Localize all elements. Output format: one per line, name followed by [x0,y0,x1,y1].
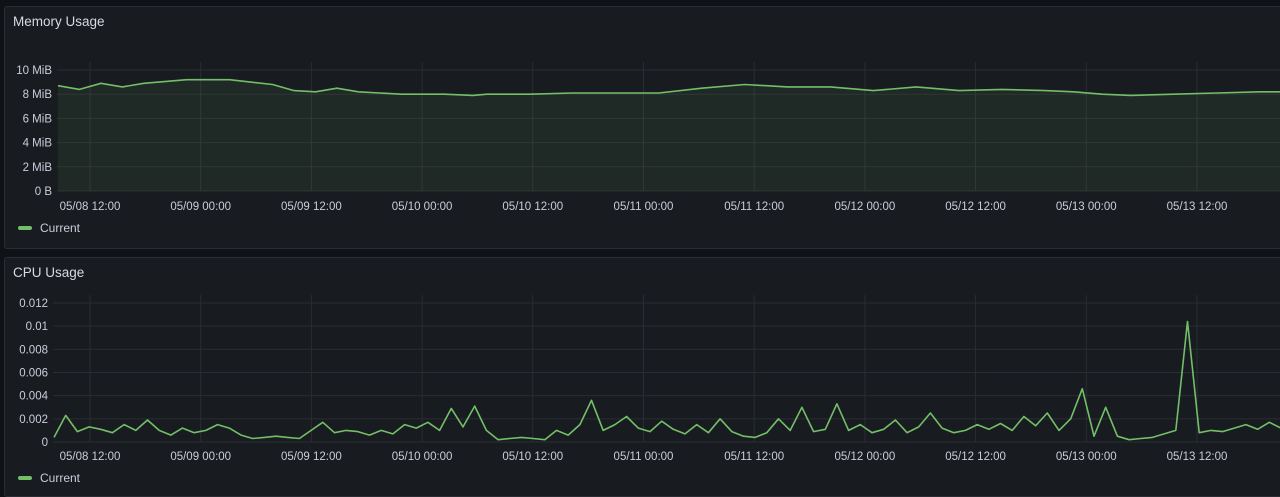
cpu-usage-panel: CPU Usage 0 0.002 0.004 0.006 0.008 0.01 0.012… [4,257,1280,497]
y-tick-label: 4 MiB [23,138,53,150]
x-tick-label: 05/12 00:00 [835,451,896,463]
y-tick-label: 0 B [35,186,53,198]
memory-usage-panel: Memory Usage 0 B2 MiB 4 MiB 6 MiB 8 MiB 10 M… [4,6,1280,249]
y-tick-label: 0.01 [26,321,48,333]
x-tick-label: 05/11 12:00 [724,451,784,463]
y-tick-label: 8 MiB [23,89,53,101]
series-area-fill [58,79,1280,191]
x-tick-label: 05/09 00:00 [170,451,231,463]
x-tick-label: 05/11 00:00 [614,201,674,213]
x-tick-label: 05/10 00:00 [392,201,453,213]
x-tick-label: 05/10 12:00 [502,201,563,213]
x-tick-label: 05/12 00:00 [835,201,896,213]
y-tick-label: 6 MiB [23,113,53,125]
cpu-legend[interactable]: Current [18,471,80,485]
x-tick-label: 05/11 12:00 [724,201,784,213]
y-tick-label: 0.008 [19,344,48,356]
x-tick-label: 05/10 00:00 [392,451,453,463]
x-tick-label: 05/10 12:00 [502,451,563,463]
x-tick-label: 05/09 00:00 [170,201,231,213]
cpu-legend-label[interactable]: Current [40,471,80,485]
legend-swatch-icon [18,226,32,230]
memory-legend[interactable]: Current [18,221,80,235]
y-tick-label: 0.012 [19,298,48,310]
x-tick-label: 05/13 12:00 [1167,201,1228,213]
y-tick-label: 0.004 [19,391,48,403]
x-tick-label: 05/09 12:00 [281,451,342,463]
y-tick-label: 0.002 [19,414,48,426]
y-tick-label: 0 [42,437,48,449]
legend-swatch-icon [18,476,32,480]
x-tick-label: 05/09 12:00 [281,201,342,213]
x-tick-label: 05/08 12:00 [60,451,121,463]
y-tick-label: 10 MiB [16,65,52,77]
x-tick-label: 05/12 12:00 [945,201,1006,213]
x-tick-label: 05/13 12:00 [1167,451,1228,463]
cpu-usage-chart[interactable]: 0 0.002 0.004 0.006 0.008 0.01 0.012 05/08 12:0… [5,258,1280,468]
memory-usage-chart[interactable]: 0 B 2 MiB 4 MiB 6 MiB 8 MiB 10 MiB 05/08 12:00… [5,7,1280,217]
y-tick-label: 0.006 [19,368,48,380]
y-tick-label: 2 MiB [23,162,53,174]
x-tick-label: 05/13 00:00 [1056,201,1117,213]
x-tick-label: 05/08 12:00 [60,201,121,213]
x-tick-label: 05/11 00:00 [614,451,674,463]
x-tick-label: 05/12 12:00 [945,451,1006,463]
x-tick-label: 05/13 00:00 [1056,451,1117,463]
series-line-current[interactable] [53,320,1280,441]
memory-legend-label[interactable]: Current [40,221,80,235]
